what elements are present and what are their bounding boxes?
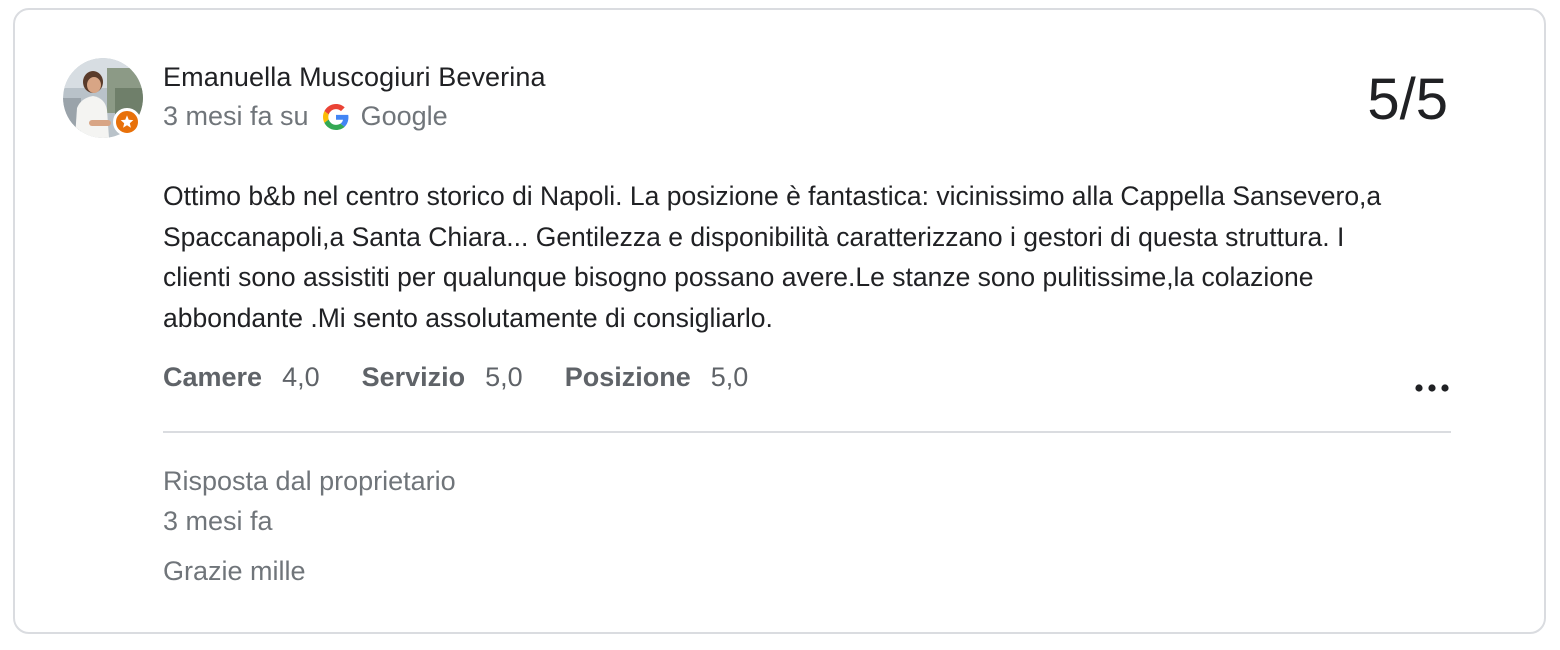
review-card: Emanuella Muscogiuri Beverina 3 mesi fa … xyxy=(13,8,1546,634)
rating-value: 4,0 xyxy=(282,362,320,392)
more-horizontal-icon xyxy=(1415,384,1449,392)
local-guide-star-icon xyxy=(113,108,141,136)
review-score: 5/5 xyxy=(1367,67,1448,132)
avatar[interactable] xyxy=(63,58,143,138)
rating-label: Posizione xyxy=(564,362,691,392)
category-ratings: Camere 4,0 Servizio 5,0 Posizione 5,0 xyxy=(163,362,790,393)
review-time: 3 mesi fa su xyxy=(163,101,309,131)
rating-servizio: Servizio 5,0 xyxy=(362,362,523,393)
rating-label: Servizio xyxy=(361,362,466,392)
rating-posizione: Posizione 5,0 xyxy=(565,362,749,393)
rating-value: 5,0 xyxy=(485,362,523,392)
rating-camere: Camere 4,0 xyxy=(163,362,320,393)
owner-response-label: Risposta dal proprietario xyxy=(163,466,456,496)
owner-response-text: Grazie mille xyxy=(163,556,306,586)
more-options-button[interactable] xyxy=(1412,376,1452,400)
review-source: Google xyxy=(360,101,448,131)
review-meta: 3 mesi fa su Google xyxy=(163,101,448,132)
review-text: Ottimo b&b nel centro storico di Napoli.… xyxy=(163,181,1382,333)
rating-value: 5,0 xyxy=(710,362,749,392)
owner-response-time: 3 mesi fa xyxy=(163,506,273,536)
rating-label: Camere xyxy=(163,362,263,392)
author-name[interactable]: Emanuella Muscogiuri Beverina xyxy=(163,62,546,93)
divider xyxy=(163,431,1451,433)
google-icon xyxy=(322,103,349,130)
